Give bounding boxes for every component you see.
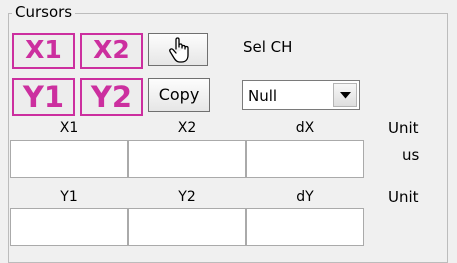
hand-cursor-button[interactable] [148, 33, 208, 66]
chevron-down-icon [340, 92, 351, 99]
dx-value-field[interactable] [246, 140, 364, 178]
y2-value-field[interactable] [128, 208, 246, 246]
x1-cursor-button[interactable]: X1 [12, 33, 75, 69]
x2-cursor-button[interactable]: X2 [80, 33, 143, 69]
y2-cursor-button[interactable]: Y2 [80, 78, 143, 116]
x1-value-field[interactable] [10, 140, 128, 178]
sel-ch-label: Sel CH [243, 38, 293, 56]
x2-column-header: X2 [177, 120, 197, 136]
y1-cursor-button[interactable]: Y1 [12, 78, 75, 116]
y1-column-header: Y1 [60, 189, 78, 205]
copy-button[interactable]: Copy [148, 78, 210, 112]
dropdown-arrow-button[interactable] [333, 83, 357, 107]
y-unit-label: Unit [388, 188, 419, 206]
hand-pointer-icon [168, 36, 192, 64]
x-unit-value: us [402, 146, 420, 164]
y1-value-field[interactable] [10, 208, 128, 246]
x1-column-header: X1 [59, 120, 79, 136]
channel-select-value: Null [248, 87, 278, 105]
channel-select[interactable]: Null [242, 80, 360, 110]
x-unit-label: Unit [388, 119, 419, 137]
dy-column-header: dY [296, 189, 314, 205]
dx-column-header: dX [295, 120, 315, 136]
y2-column-header: Y2 [178, 189, 196, 205]
dy-value-field[interactable] [246, 208, 364, 246]
x2-value-field[interactable] [128, 140, 246, 178]
cursors-group-title: Cursors [12, 3, 76, 21]
